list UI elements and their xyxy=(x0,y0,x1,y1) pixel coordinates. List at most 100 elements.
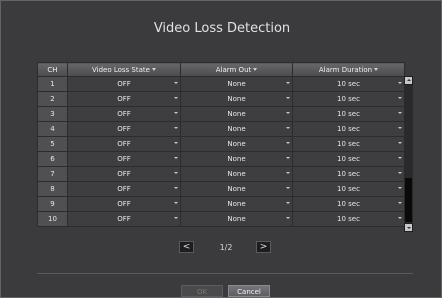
alarm-out-select[interactable]: None xyxy=(180,106,293,122)
video-loss-dialog: Video Loss Detection CH Video Loss State… xyxy=(0,0,442,298)
duration-value: 10 sec xyxy=(337,215,360,223)
video-loss-state-select[interactable]: OFF xyxy=(67,196,181,212)
alarm-out-select[interactable]: None xyxy=(180,136,293,152)
ok-button[interactable]: OK xyxy=(181,285,223,297)
state-value: OFF xyxy=(117,215,131,223)
state-value: OFF xyxy=(117,185,131,193)
alarm-duration-select[interactable]: 10 sec xyxy=(292,106,405,122)
channel-number: 9 xyxy=(37,196,68,212)
dropdown-caret-icon xyxy=(374,68,379,71)
table-row: 9 OFF None 10 sec xyxy=(37,196,405,212)
alarm-value: None xyxy=(227,170,246,178)
alarm-value: None xyxy=(227,110,246,118)
dropdown-caret-icon xyxy=(174,82,178,84)
duration-value: 10 sec xyxy=(337,200,360,208)
alarm-out-select[interactable]: None xyxy=(180,181,293,197)
table-row: 1 OFF None 10 sec xyxy=(37,76,405,92)
table-header-row: CH Video Loss State Alarm Out Alarm Dura… xyxy=(37,62,405,77)
alarm-out-select[interactable]: None xyxy=(180,76,293,92)
alarm-duration-select[interactable]: 10 sec xyxy=(292,136,405,152)
cancel-button[interactable]: Cancel xyxy=(228,285,270,297)
video-loss-state-select[interactable]: OFF xyxy=(67,181,181,197)
dropdown-caret-icon xyxy=(286,82,290,84)
alarm-header-label: Alarm Out xyxy=(215,65,252,74)
alarm-duration-select[interactable]: 10 sec xyxy=(292,166,405,182)
alarm-out-select[interactable]: None xyxy=(180,211,293,227)
dropdown-caret-icon xyxy=(398,187,402,189)
dropdown-caret-icon xyxy=(286,172,290,174)
video-loss-state-select[interactable]: OFF xyxy=(67,211,181,227)
video-loss-state-select[interactable]: OFF xyxy=(67,76,181,92)
video-loss-state-select[interactable]: OFF xyxy=(67,136,181,152)
dropdown-caret-icon xyxy=(286,97,290,99)
previous-page-button[interactable]: < xyxy=(179,241,194,253)
dropdown-caret-icon xyxy=(174,217,178,219)
dropdown-caret-icon xyxy=(286,217,290,219)
video-loss-state-select[interactable]: OFF xyxy=(67,166,181,182)
arrow-up-icon xyxy=(407,79,411,81)
video-loss-state-select[interactable]: OFF xyxy=(67,91,181,107)
page-indicator: 1/2 xyxy=(219,243,233,252)
video-loss-state-select[interactable]: OFF xyxy=(67,151,181,167)
dropdown-caret-icon xyxy=(286,202,290,204)
column-header-alarm-out[interactable]: Alarm Out xyxy=(180,62,293,77)
alarm-duration-select[interactable]: 10 sec xyxy=(292,121,405,137)
duration-value: 10 sec xyxy=(337,110,360,118)
channel-grid: CH Video Loss State Alarm Out Alarm Dura… xyxy=(37,62,413,232)
alarm-out-select[interactable]: None xyxy=(180,151,293,167)
table-row: 2 OFF None 10 sec xyxy=(37,91,405,107)
alarm-duration-select[interactable]: 10 sec xyxy=(292,151,405,167)
alarm-value: None xyxy=(227,185,246,193)
alarm-value: None xyxy=(227,80,246,88)
footer-divider xyxy=(37,273,413,274)
duration-value: 10 sec xyxy=(337,80,360,88)
table-row: 10 OFF None 10 sec xyxy=(37,211,405,227)
table-row: 8 OFF None 10 sec xyxy=(37,181,405,197)
video-loss-state-select[interactable]: OFF xyxy=(67,121,181,137)
dropdown-caret-icon xyxy=(398,112,402,114)
dropdown-caret-icon xyxy=(398,202,402,204)
channel-number: 3 xyxy=(37,106,68,122)
alarm-duration-select[interactable]: 10 sec xyxy=(292,211,405,227)
alarm-duration-select[interactable]: 10 sec xyxy=(292,196,405,212)
alarm-out-select[interactable]: None xyxy=(180,91,293,107)
alarm-out-select[interactable]: None xyxy=(180,196,293,212)
alarm-duration-select[interactable]: 10 sec xyxy=(292,181,405,197)
scrollbar-thumb[interactable] xyxy=(405,178,412,222)
alarm-duration-select[interactable]: 10 sec xyxy=(292,91,405,107)
scroll-up-button[interactable] xyxy=(404,76,413,85)
next-page-button[interactable]: > xyxy=(256,241,271,253)
table-row: 4 OFF None 10 sec xyxy=(37,121,405,137)
dropdown-caret-icon xyxy=(174,97,178,99)
channel-number: 7 xyxy=(37,166,68,182)
table-row: 3 OFF None 10 sec xyxy=(37,106,405,122)
dropdown-caret-icon xyxy=(398,142,402,144)
column-header-alarm-duration[interactable]: Alarm Duration xyxy=(292,62,405,77)
dropdown-caret-icon xyxy=(286,157,290,159)
video-loss-state-select[interactable]: OFF xyxy=(67,106,181,122)
alarm-value: None xyxy=(227,200,246,208)
pagination: < 1/2 > xyxy=(1,239,442,255)
dropdown-caret-icon xyxy=(174,202,178,204)
alarm-out-select[interactable]: None xyxy=(180,121,293,137)
channel-table: CH Video Loss State Alarm Out Alarm Dura… xyxy=(37,62,405,227)
channel-number: 6 xyxy=(37,151,68,167)
dropdown-caret-icon xyxy=(286,112,290,114)
state-value: OFF xyxy=(117,155,131,163)
state-value: OFF xyxy=(117,170,131,178)
duration-value: 10 sec xyxy=(337,185,360,193)
alarm-out-select[interactable]: None xyxy=(180,166,293,182)
duration-value: 10 sec xyxy=(337,170,360,178)
arrow-down-icon xyxy=(407,227,411,229)
column-header-video-loss-state[interactable]: Video Loss State xyxy=(67,62,181,77)
state-value: OFF xyxy=(117,80,131,88)
table-scrollbar[interactable] xyxy=(404,76,413,232)
dropdown-caret-icon xyxy=(174,157,178,159)
alarm-duration-select[interactable]: 10 sec xyxy=(292,76,405,92)
dropdown-caret-icon xyxy=(174,172,178,174)
dropdown-caret-icon xyxy=(398,82,402,84)
scroll-down-button[interactable] xyxy=(404,223,413,232)
dropdown-caret-icon xyxy=(398,127,402,129)
state-value: OFF xyxy=(117,110,131,118)
dropdown-caret-icon xyxy=(286,187,290,189)
